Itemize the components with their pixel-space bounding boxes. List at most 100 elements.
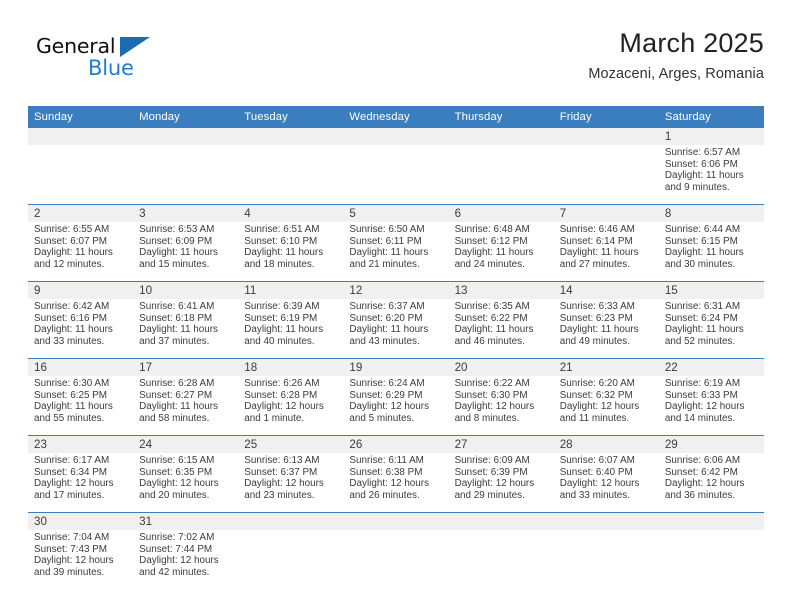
day-info-cell: Sunrise: 6:26 AM Sunset: 6:28 PM Dayligh… [238,376,344,436]
daylight-text-line1: Daylight: 11 hours [559,247,639,259]
day-number-cell[interactable]: 2 [28,204,134,222]
week-4-daynum-row: 16 17 18 19 20 21 22 [28,358,764,376]
day-number-cell[interactable]: 7 [553,204,659,222]
daylight-text-line2: and 37 minutes. [139,335,210,347]
day-number-cell[interactable]: 25 [238,435,344,453]
sunrise-text: Sunrise: 7:04 AM [34,532,110,543]
daylight-text-line2: and 24 minutes. [454,258,525,270]
day-number-cell[interactable] [553,128,659,145]
sunset-text: Sunset: 6:06 PM [664,158,738,170]
day-info-cell: Sunrise: 6:33 AM Sunset: 6:23 PM Dayligh… [553,299,659,359]
general-blue-logo[interactable]: General Blue [36,36,216,92]
weekday-header-tuesday: Tuesday [238,106,344,128]
day-info-cell: Sunrise: 6:30 AM Sunset: 6:25 PM Dayligh… [28,376,134,436]
day-number-cell[interactable] [238,128,344,145]
day-number-cell[interactable]: 19 [343,358,449,376]
sunset-text: Sunset: 6:07 PM [34,235,108,247]
week-4-info-row: Sunrise: 6:30 AM Sunset: 6:25 PM Dayligh… [28,376,764,436]
weekday-header-wednesday: Wednesday [343,106,449,128]
day-number-cell[interactable]: 13 [448,281,554,299]
day-number-cell[interactable]: 10 [133,281,239,299]
day-number-cell[interactable]: 8 [658,204,764,222]
weekday-header-saturday: Saturday [658,106,764,128]
day-info-cell: Sunrise: 6:20 AM Sunset: 6:32 PM Dayligh… [553,376,659,436]
day-number-cell[interactable] [658,512,764,530]
day-number-cell[interactable]: 23 [28,435,134,453]
day-number-cell[interactable]: 9 [28,281,134,299]
sunset-text: Sunset: 6:40 PM [559,466,633,478]
daylight-text-line1: Daylight: 11 hours [454,324,534,336]
day-info-cell [553,145,659,205]
sunrise-text: Sunrise: 6:53 AM [139,224,215,235]
sunset-text: Sunset: 6:22 PM [454,312,528,324]
sunrise-text: Sunrise: 6:44 AM [664,224,741,235]
day-number-cell[interactable]: 30 [28,512,134,530]
sunset-text: Sunset: 6:15 PM [664,235,738,247]
sunset-text: Sunset: 6:14 PM [559,235,633,247]
day-number-cell[interactable]: 5 [343,204,449,222]
daylight-text-line1: Daylight: 11 hours [349,324,429,336]
day-info-cell: Sunrise: 6:24 AM Sunset: 6:29 PM Dayligh… [343,376,449,436]
day-number-cell[interactable]: 29 [658,435,764,453]
sunrise-text: Sunrise: 6:57 AM [664,147,741,158]
day-number-cell[interactable]: 24 [133,435,239,453]
day-number-cell[interactable]: 18 [238,358,344,376]
day-number-cell[interactable]: 27 [448,435,554,453]
day-number-cell[interactable] [553,512,659,530]
day-info-cell: Sunrise: 6:37 AM Sunset: 6:20 PM Dayligh… [343,299,449,359]
day-number-cell[interactable]: 4 [238,204,344,222]
day-number-cell[interactable] [28,128,134,145]
daylight-text-line2: and 36 minutes. [664,489,736,501]
daylight-text-line2: and 52 minutes. [664,335,736,347]
sunrise-text: Sunrise: 6:35 AM [454,301,530,312]
daylight-text-line2: and 20 minutes. [139,489,210,501]
blue-triangle-icon [120,37,150,57]
week-3-daynum-row: 9 10 11 12 13 14 15 [28,281,764,299]
day-info-cell [553,530,659,589]
day-number-cell[interactable] [133,128,239,145]
day-info-cell [343,530,449,589]
sunrise-text: Sunrise: 6:30 AM [34,378,110,389]
day-info-cell [448,530,554,589]
day-number-cell[interactable] [343,128,449,145]
day-number-cell[interactable]: 26 [343,435,449,453]
day-number-cell[interactable]: 16 [28,358,134,376]
day-number-cell[interactable]: 28 [553,435,659,453]
weekday-header-row: Sunday Monday Tuesday Wednesday Thursday… [28,106,764,128]
week-6-daynum-row: 30 31 [28,512,764,530]
daylight-text-line2: and 33 minutes. [559,489,630,501]
day-info-cell [658,530,764,589]
day-number-cell[interactable] [448,128,554,145]
day-number-cell[interactable]: 3 [133,204,239,222]
day-info-cell: Sunrise: 6:17 AM Sunset: 6:34 PM Dayligh… [28,453,134,513]
day-number-cell[interactable]: 22 [658,358,764,376]
day-number-cell[interactable]: 17 [133,358,239,376]
day-number-cell[interactable]: 6 [448,204,554,222]
sunset-text: Sunset: 6:30 PM [454,389,528,401]
daylight-text-line1: Daylight: 12 hours [559,478,640,490]
logo-text-blue: Blue [88,56,134,80]
day-number-cell[interactable] [238,512,344,530]
calendar-body: 1 Sunrise: 6:57 AM Sunset: 6:06 PM Dayli… [28,128,764,589]
day-number-cell[interactable]: 11 [238,281,344,299]
sunset-text: Sunset: 6:29 PM [349,389,423,401]
day-number-cell[interactable] [448,512,554,530]
sunset-text: Sunset: 6:32 PM [559,389,633,401]
daylight-text-line1: Daylight: 11 hours [34,247,113,259]
week-5-info-row: Sunrise: 6:17 AM Sunset: 6:34 PM Dayligh… [28,453,764,513]
daylight-text-line1: Daylight: 11 hours [34,401,113,413]
day-info-cell: Sunrise: 6:46 AM Sunset: 6:14 PM Dayligh… [553,222,659,282]
day-number-cell[interactable]: 14 [553,281,659,299]
daylight-text-line2: and 27 minutes. [559,258,630,270]
day-number-cell[interactable]: 20 [448,358,554,376]
day-info-cell: Sunrise: 7:02 AM Sunset: 7:44 PM Dayligh… [133,530,239,589]
day-number-cell[interactable]: 15 [658,281,764,299]
day-number-cell[interactable]: 1 [658,128,764,145]
day-info-cell: Sunrise: 6:11 AM Sunset: 6:38 PM Dayligh… [343,453,449,513]
day-number-cell[interactable] [343,512,449,530]
sunrise-text: Sunrise: 6:37 AM [349,301,425,312]
day-number-cell[interactable]: 31 [133,512,239,530]
day-number-cell[interactable]: 21 [553,358,659,376]
day-number-cell[interactable]: 12 [343,281,449,299]
sunset-text: Sunset: 6:42 PM [664,466,738,478]
